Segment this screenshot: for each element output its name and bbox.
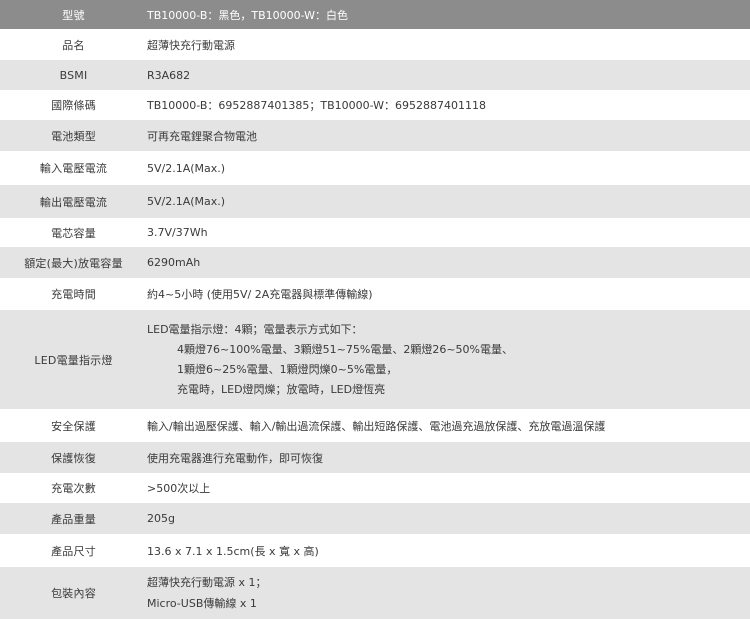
spec-row-bsmi: BSMI R3A682: [0, 60, 750, 90]
spec-label: 產品重量: [51, 512, 96, 526]
spec-value: 超薄快充行動電源: [147, 38, 235, 52]
spec-value: 13.6 x 7.1 x 1.5cm(長 x 寬 x 高): [147, 544, 319, 558]
led-line: 充電時，LED燈閃爍；放電時，LED燈恆亮: [177, 382, 386, 396]
spec-label: LED電量指示燈: [34, 353, 113, 367]
package-line: Micro-USB傳輸線 x 1: [147, 597, 257, 610]
spec-value: 約4~5小時 (使用5V/ 2A充電器與標準傳輸線): [147, 288, 373, 301]
spec-value: 3.7V/37Wh: [147, 226, 208, 239]
spec-value: LED電量指示燈：4顆；電量表示方式如下： 4顆燈76~100%電量、3顆燈51…: [147, 320, 750, 400]
spec-label: 輸出電壓電流: [39, 195, 108, 209]
spec-row-package: 包裝內容 超薄快充行動電源 x 1； Micro-USB傳輸線 x 1: [0, 567, 750, 619]
spec-row-recovery: 保護恢復 使用充電器進行充電動作，即可恢復: [0, 442, 750, 473]
spec-row-battery-type: 電池類型 可再充電鋰聚合物電池: [0, 120, 750, 151]
spec-value: R3A682: [147, 68, 191, 82]
spec-row-safety: 安全保護 輸入/輸出過壓保護、輸入/輸出過流保護、輸出短路保護、電池過充過放保護…: [0, 409, 750, 442]
spec-label: 國際條碼: [51, 99, 96, 112]
spec-row-cycles: 充電次數 >500次以上: [0, 473, 750, 503]
spec-row-product-name: 品名 超薄快充行動電源: [0, 29, 750, 60]
spec-label: 產品尺寸: [51, 544, 96, 558]
spec-label: 電池類型: [51, 129, 96, 143]
spec-value: >500次以上: [147, 482, 211, 495]
spec-label: 電芯容量: [51, 226, 96, 240]
spec-label: 品名: [62, 38, 85, 52]
spec-value: TB10000-B：6952887401385；TB10000-W：695288…: [147, 99, 487, 112]
spec-row-rated-capacity: 額定(最大)放電容量 6290mAh: [0, 247, 750, 278]
spec-row-charge-time: 充電時間 約4~5小時 (使用5V/ 2A充電器與標準傳輸線): [0, 278, 750, 310]
spec-value: 6290mAh: [147, 256, 201, 269]
spec-row-dimensions: 產品尺寸 13.6 x 7.1 x 1.5cm(長 x 寬 x 高): [0, 534, 750, 567]
spec-row-model: 型號 TB10000-B：黑色，TB10000-W：白色: [0, 0, 750, 29]
spec-value: 5V/2.1A(Max.): [147, 161, 226, 175]
spec-label: 充電次數: [51, 482, 96, 495]
spec-row-weight: 產品重量 205g: [0, 503, 750, 534]
spec-value: TB10000-B：黑色，TB10000-W：白色: [147, 8, 349, 22]
spec-label: 輸入電壓電流: [39, 162, 108, 175]
spec-label: 額定(最大)放電容量: [24, 256, 123, 270]
spec-row-cell-capacity: 電芯容量 3.7V/37Wh: [0, 218, 750, 247]
led-line: 4顆燈76~100%電量、3顆燈51~75%電量、2顆燈26~50%電量、: [177, 342, 513, 356]
spec-label: 充電時間: [51, 288, 96, 301]
spec-value: 5V/2.1A(Max.): [147, 195, 226, 208]
spec-label: 保護恢復: [51, 451, 96, 465]
spec-row-output: 輸出電壓電流 5V/2.1A(Max.): [0, 185, 750, 218]
led-line: LED電量指示燈：4顆；電量表示方式如下：: [147, 322, 363, 336]
spec-label: 包裝內容: [51, 587, 96, 600]
spec-row-barcode: 國際條碼 TB10000-B：6952887401385；TB10000-W：6…: [0, 90, 750, 120]
spec-label: 型號: [62, 8, 85, 22]
spec-table: 型號 TB10000-B：黑色，TB10000-W：白色 品名 超薄快充行動電源…: [0, 0, 750, 619]
spec-value: 使用充電器進行充電動作，即可恢復: [147, 451, 323, 465]
spec-value: 超薄快充行動電源 x 1； Micro-USB傳輸線 x 1: [147, 572, 750, 614]
spec-label: BSMI: [59, 68, 88, 82]
led-line: 1顆燈6~25%電量、1顆燈閃爍0~5%電量，: [177, 362, 398, 376]
spec-row-input: 輸入電壓電流 5V/2.1A(Max.): [0, 151, 750, 185]
spec-value: 205g: [147, 512, 175, 525]
spec-label: 安全保護: [51, 419, 96, 433]
package-line: 超薄快充行動電源 x 1；: [147, 576, 267, 589]
spec-value: 可再充電鋰聚合物電池: [147, 129, 257, 143]
spec-value: 輸入/輸出過壓保護、輸入/輸出過流保護、輸出短路保護、電池過充過放保護、充放電過…: [147, 419, 606, 433]
spec-row-led: LED電量指示燈 LED電量指示燈：4顆；電量表示方式如下： 4顆燈76~100…: [0, 310, 750, 409]
